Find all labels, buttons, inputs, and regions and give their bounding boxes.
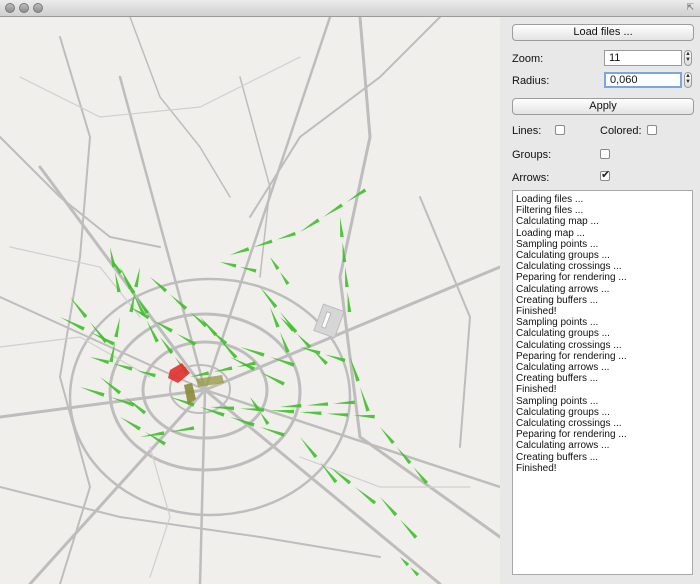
flow-arrow xyxy=(280,317,295,332)
flow-arrow xyxy=(260,412,270,425)
arrow-layer xyxy=(60,188,429,577)
control-panel: Load files ... Zoom: 11 ▲ ▼ Radius: 0,060… xyxy=(500,17,700,584)
flow-arrow xyxy=(270,257,280,270)
log-output[interactable]: Loading files ... Filtering files ... Calc… xyxy=(512,190,693,575)
log-line: Calculating groups ... xyxy=(516,406,610,418)
flow-arrow xyxy=(260,372,285,386)
log-line: Calculating arrows ... xyxy=(516,440,610,452)
groups-checkbox[interactable] xyxy=(600,149,610,159)
flow-arrow xyxy=(280,272,290,285)
log-line: Filtering files ... xyxy=(516,205,584,217)
log-line: Loading map ... xyxy=(516,227,585,239)
flow-arrow xyxy=(276,231,296,240)
flow-arrow xyxy=(333,400,355,405)
groups-label: Groups: xyxy=(512,149,552,161)
lines-label: Lines: xyxy=(512,125,542,137)
log-line: Calculating groups ... xyxy=(516,250,610,262)
flow-arrow xyxy=(200,317,218,337)
flow-arrow xyxy=(114,317,120,338)
flow-arrow xyxy=(300,437,318,459)
flow-arrow xyxy=(355,487,377,505)
minimize-icon[interactable] xyxy=(19,3,29,13)
flow-arrow xyxy=(109,342,115,363)
resize-icon[interactable]: ⇱ xyxy=(686,2,694,13)
flow-arrow xyxy=(220,262,237,268)
zoom-icon[interactable] xyxy=(33,3,43,13)
flow-arrow xyxy=(340,217,344,238)
log-line: Sampling points ... xyxy=(516,317,599,329)
log-line: Finished! xyxy=(516,306,557,318)
log-line: Peparing for rendering ... xyxy=(516,272,627,284)
flow-arrow xyxy=(170,426,195,432)
log-line: Finished! xyxy=(516,384,557,396)
flow-arrow xyxy=(380,427,395,445)
log-line: Calculating groups ... xyxy=(516,328,610,340)
flow-arrow xyxy=(260,427,285,437)
map-canvas[interactable] xyxy=(0,17,500,584)
colored-checkbox[interactable] xyxy=(647,125,657,135)
flow-arrow xyxy=(326,413,349,417)
log-line: Calculating crossings ... xyxy=(516,261,622,273)
radius-input[interactable]: 0,060 xyxy=(604,72,682,88)
flow-arrow xyxy=(240,408,265,412)
zoom-input[interactable]: 11 xyxy=(604,50,682,66)
zoom-label: Zoom: xyxy=(512,53,544,65)
flow-arrow xyxy=(134,267,140,288)
flow-arrow xyxy=(320,462,338,484)
flow-arrow xyxy=(250,397,260,410)
close-icon[interactable] xyxy=(5,3,15,13)
arrows-label: Arrows: xyxy=(512,172,550,184)
flow-arrow xyxy=(60,317,85,331)
flow-arrow xyxy=(410,567,420,577)
flow-arrow xyxy=(306,402,329,406)
log-line: Creating buffers ... xyxy=(516,373,599,385)
flow-arrow xyxy=(80,387,105,397)
log-line: Calculating arrows ... xyxy=(516,362,610,374)
log-line: Sampling points ... xyxy=(516,395,599,407)
flow-arrow xyxy=(240,267,257,273)
lines-checkbox[interactable] xyxy=(555,125,565,135)
log-line: Peparing for rendering ... xyxy=(516,350,627,362)
log-line: Loading files ... xyxy=(516,194,584,205)
log-line: Calculating crossings ... xyxy=(516,418,622,430)
flow-arrow xyxy=(360,387,370,412)
road-network xyxy=(0,17,500,584)
flow-arrow xyxy=(70,297,88,319)
radius-label: Radius: xyxy=(512,75,550,87)
log-line: Sampling points ... xyxy=(516,238,599,250)
zoom-stepper[interactable]: ▲ ▼ xyxy=(684,50,692,66)
flow-arrow xyxy=(90,357,110,365)
apply-button[interactable]: Apply xyxy=(512,98,694,115)
log-line: Creating buffers ... xyxy=(516,451,599,463)
log-line: Calculating map ... xyxy=(516,216,599,228)
colored-label: Colored: xyxy=(600,125,642,137)
flow-arrow xyxy=(380,497,398,517)
log-line: Peparing for rendering ... xyxy=(516,429,627,441)
flow-arrow xyxy=(323,203,343,217)
flow-arrow xyxy=(396,447,412,465)
flow-arrow xyxy=(330,467,352,485)
flow-arrow xyxy=(345,267,349,288)
flow-arrow xyxy=(300,347,321,355)
flow-arrow xyxy=(400,519,418,539)
log-line: Finished! xyxy=(516,462,557,474)
flow-arrow xyxy=(280,403,302,408)
map-view[interactable] xyxy=(0,17,500,584)
title-bar: ⇱ xyxy=(0,0,700,17)
radius-stepper[interactable]: ▲ ▼ xyxy=(684,72,692,88)
load-files-button[interactable]: Load files ... xyxy=(512,24,694,41)
log-line: Calculating arrows ... xyxy=(516,283,610,295)
flow-arrow xyxy=(280,312,298,334)
flow-arrow xyxy=(270,307,280,328)
flow-arrow xyxy=(300,218,320,232)
flow-arrow xyxy=(230,247,250,255)
flow-arrow xyxy=(300,411,322,416)
arrows-checkbox[interactable] xyxy=(600,168,610,181)
log-line: Calculating crossings ... xyxy=(516,339,622,351)
flow-arrow xyxy=(120,417,141,431)
flow-arrow xyxy=(347,292,352,313)
flow-arrow xyxy=(296,333,312,349)
log-line: Creating buffers ... xyxy=(516,294,599,306)
